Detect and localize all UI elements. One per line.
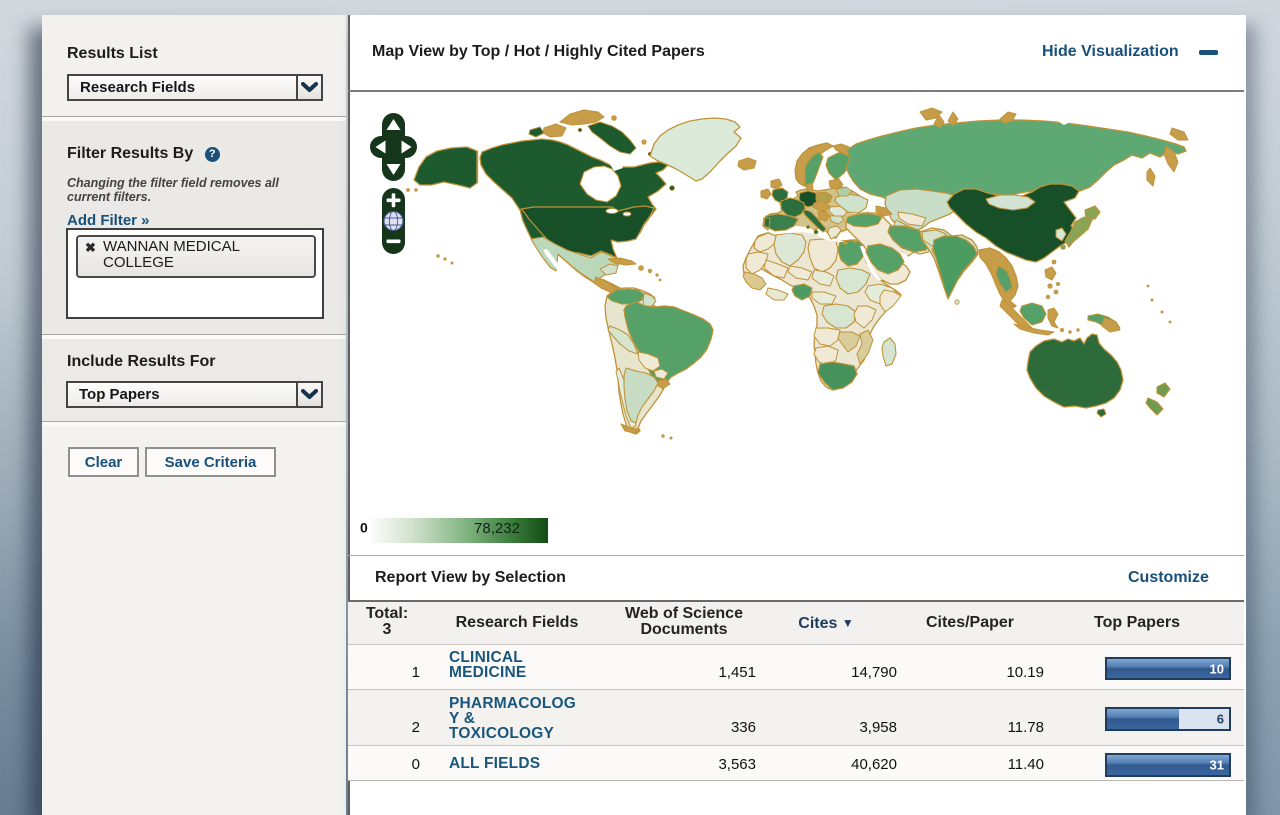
svg-text:0: 0 — [360, 520, 368, 536]
svg-text:78,232: 78,232 — [474, 520, 520, 537]
